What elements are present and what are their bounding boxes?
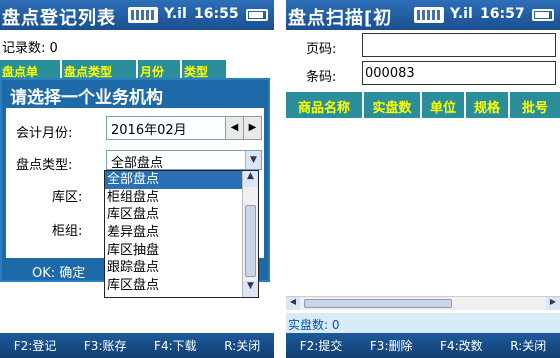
clock: 16:55 xyxy=(194,6,239,22)
list-item[interactable]: 库区盘点 xyxy=(105,206,258,224)
scroll-thumb[interactable] xyxy=(304,299,452,308)
dialog-title: 请选择一个业务机构 xyxy=(10,88,163,108)
page-input[interactable] xyxy=(362,33,556,57)
delete-softkey[interactable]: F3:删除 xyxy=(370,337,413,354)
right-screen: 盘点扫描[初 Y.il 16:57 页码: 条码: 000083 商品名称 实盘… xyxy=(286,0,560,358)
column-header[interactable]: 类型 xyxy=(182,60,228,80)
ok-softkey[interactable]: OK: 确定 xyxy=(32,262,85,281)
stock-softkey[interactable]: F3:账存 xyxy=(84,337,127,354)
register-softkey[interactable]: F2:登记 xyxy=(14,337,57,354)
column-header[interactable]: 月份 xyxy=(138,60,182,80)
battery-icon xyxy=(532,9,554,21)
barcode-input[interactable]: 000083 xyxy=(362,61,556,85)
download-softkey[interactable]: F4:下载 xyxy=(154,337,197,354)
scroll-up-icon[interactable]: ▲ xyxy=(243,171,258,187)
scroll-thumb[interactable] xyxy=(245,205,256,277)
scroll-down-icon[interactable]: ▼ xyxy=(243,281,258,297)
signal-icon: Y.il xyxy=(164,6,187,22)
scan-grid-header: 商品名称 实盘数 单位 规格 批号 xyxy=(286,92,560,118)
page-label: 页码: xyxy=(306,42,337,57)
left-screen: 盘点登记列表 Y.il 16:55 记录数: 0 盘点单 盘点类型 月份 类型 … xyxy=(0,0,274,358)
close-softkey[interactable]: R:关闭 xyxy=(224,337,260,354)
next-month-button[interactable]: ▶ xyxy=(243,117,261,139)
type-dropdown-list: 全部盘点 柜组盘点 库区盘点 差异盘点 库区抽盘 跟踪盘点 库区盘点 ▲ ▼ xyxy=(104,170,259,298)
list-header: 盘点单 盘点类型 月份 类型 xyxy=(0,60,228,80)
type-value: 全部盘点 xyxy=(111,156,164,171)
type-label: 盘点类型: xyxy=(16,158,73,173)
column-header[interactable]: 单位 xyxy=(422,92,466,118)
list-item[interactable]: 库区盘点 xyxy=(105,277,258,295)
title-bar: 盘点登记列表 Y.il 16:55 xyxy=(0,0,274,30)
horizontal-scrollbar[interactable]: ◀ ▶ xyxy=(286,296,560,310)
list-item[interactable]: 库区抽盘 xyxy=(105,242,258,260)
column-header[interactable]: 批号 xyxy=(510,92,560,118)
scroll-right-icon[interactable]: ▶ xyxy=(546,297,560,310)
column-header[interactable]: 规格 xyxy=(466,92,510,118)
scroll-left-icon[interactable]: ◀ xyxy=(286,297,300,310)
title-bar: 盘点扫描[初 Y.il 16:57 xyxy=(286,0,560,30)
vertical-scrollbar[interactable]: ▲ ▼ xyxy=(242,171,258,297)
list-item[interactable]: 跟踪盘点 xyxy=(105,259,258,277)
battery-icon xyxy=(246,9,268,21)
column-header[interactable]: 盘点类型 xyxy=(62,60,138,80)
keyboard-icon[interactable] xyxy=(414,7,444,23)
warehouse-label: 库区: xyxy=(52,190,83,205)
cabinet-label: 柜组: xyxy=(52,224,83,239)
clock: 16:57 xyxy=(480,6,525,22)
column-header[interactable]: 盘点单 xyxy=(0,60,62,80)
barcode-label: 条码: xyxy=(306,70,337,85)
window-title: 盘点登记列表 xyxy=(2,8,116,29)
record-count: 记录数: 0 xyxy=(2,41,58,56)
month-value: 2016年02月 xyxy=(111,123,187,138)
column-header[interactable]: 实盘数 xyxy=(364,92,422,118)
chevron-down-icon[interactable]: ▼ xyxy=(245,151,261,169)
month-label: 会计月份: xyxy=(16,126,73,141)
actual-count: 实盘数: 0 xyxy=(286,313,560,333)
close-softkey[interactable]: R:关闭 xyxy=(510,337,546,354)
list-item[interactable]: 差异盘点 xyxy=(105,224,258,242)
window-title: 盘点扫描[初 xyxy=(288,8,393,29)
signal-icon: Y.il xyxy=(450,6,473,22)
edit-count-softkey[interactable]: F4:改数 xyxy=(440,337,483,354)
softkey-bar: F2:提交 F3:删除 F4:改数 R:关闭 xyxy=(286,333,560,358)
submit-softkey[interactable]: F2:提交 xyxy=(300,337,343,354)
list-item[interactable]: 全部盘点 xyxy=(105,171,258,189)
list-item[interactable]: 柜组盘点 xyxy=(105,189,258,207)
prev-month-button[interactable]: ◀ xyxy=(225,117,243,139)
type-select[interactable]: 全部盘点 ▼ xyxy=(106,150,262,171)
month-field[interactable]: 2016年02月 ◀ ▶ xyxy=(106,116,262,140)
column-header[interactable]: 商品名称 xyxy=(286,92,364,118)
softkey-bar: F2:登记 F3:账存 F4:下载 R:关闭 xyxy=(0,333,274,358)
keyboard-icon[interactable] xyxy=(128,7,158,23)
